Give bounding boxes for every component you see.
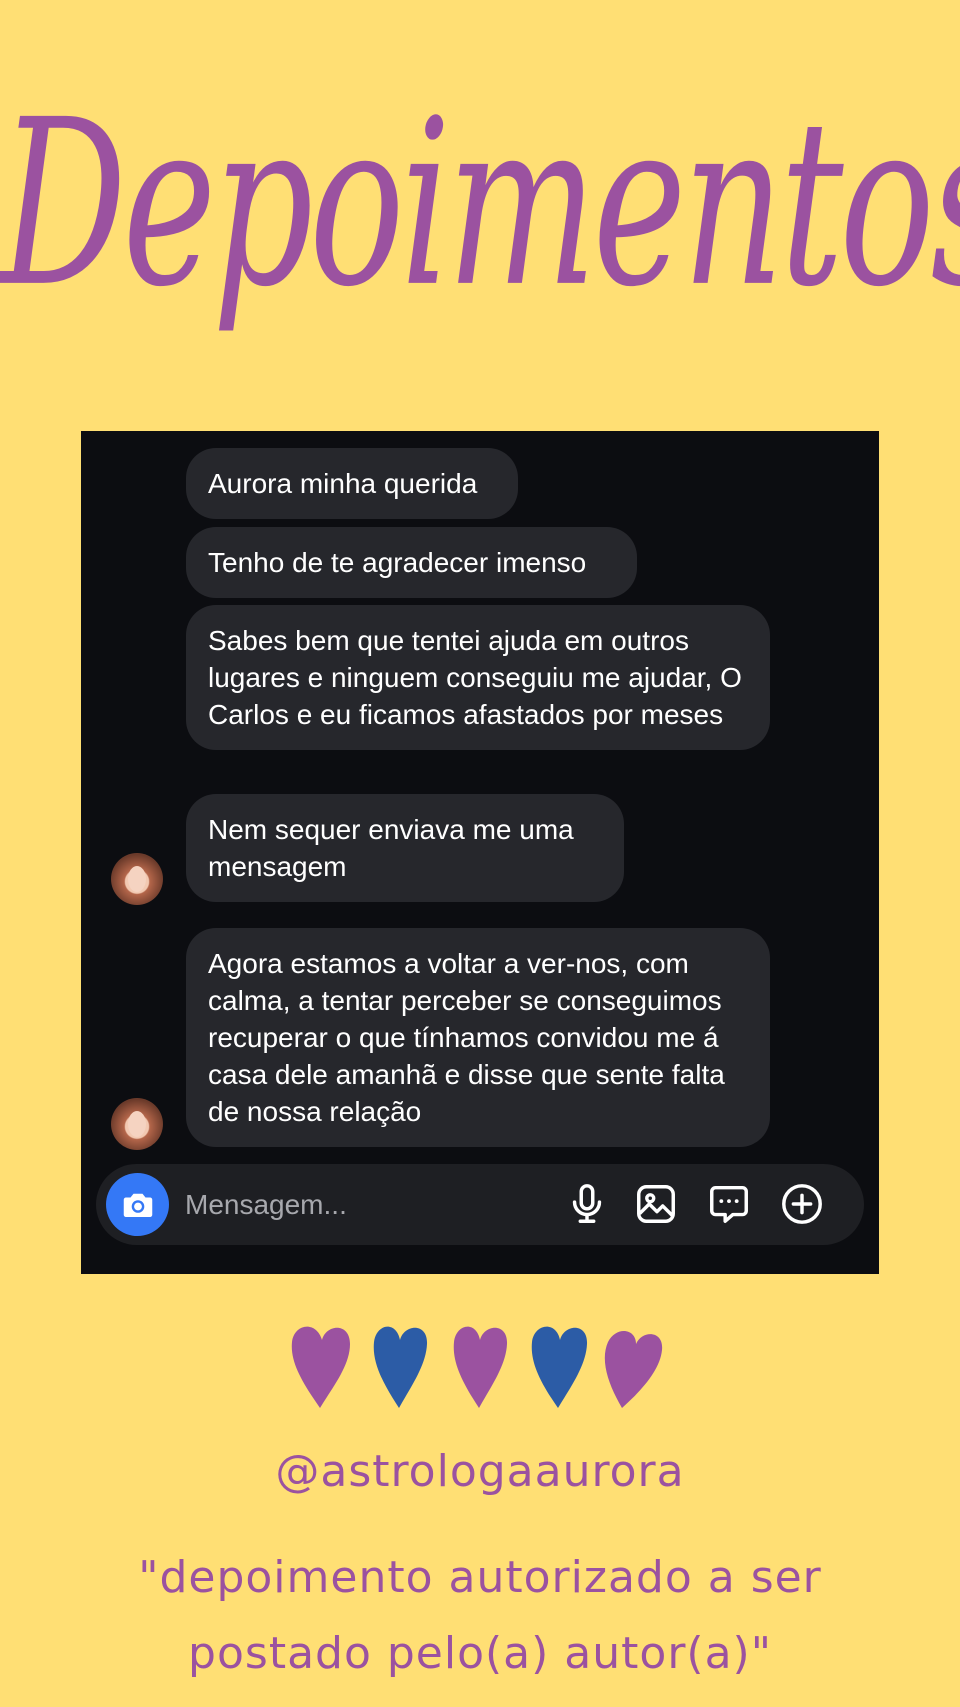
image-icon[interactable] <box>633 1181 679 1227</box>
avatar[interactable] <box>111 1098 163 1150</box>
heart-icon <box>453 1326 508 1408</box>
add-circle-icon[interactable] <box>779 1181 825 1227</box>
heart-icon <box>531 1326 588 1408</box>
chat-screenshot: Aurora minha querida Tenho de te agradec… <box>81 431 879 1274</box>
message-bubble-4: Nem sequer enviava me uma mensagem <box>186 794 624 902</box>
message-composer <box>96 1164 864 1245</box>
message-bubble-2: Tenho de te agradecer imenso <box>186 527 637 598</box>
camera-button[interactable] <box>106 1173 169 1236</box>
message-bubble-1: Aurora minha querida <box>186 448 518 519</box>
hearts-decoration <box>291 1326 663 1408</box>
message-bubble-5: Agora estamos a voltar a ver-nos, com ca… <box>186 928 770 1147</box>
heart-icon <box>373 1326 428 1408</box>
camera-icon <box>123 1193 152 1217</box>
message-input[interactable] <box>185 1186 505 1224</box>
microphone-icon[interactable] <box>564 1181 610 1227</box>
heart-icon <box>604 1330 663 1408</box>
message-bubble-3: Sabes bem que tentei ajuda em outros lug… <box>186 605 770 750</box>
avatar[interactable] <box>111 853 163 905</box>
authorization-note: "depoimento autorizado a ser postado pel… <box>138 1552 822 1679</box>
page-title: Depoimentos <box>0 71 960 338</box>
instagram-handle: @astrologaaurora <box>275 1446 685 1497</box>
chat-bubble-icon[interactable] <box>706 1181 752 1227</box>
heart-icon <box>291 1326 350 1408</box>
